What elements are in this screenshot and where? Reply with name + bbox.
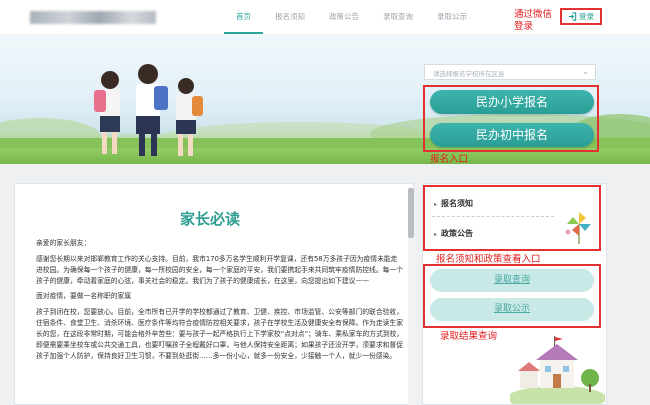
district-select[interactable]: 请选择报名学校所在区县 ⌄ (424, 64, 596, 80)
annotation-result: 录取结果查询 (440, 331, 498, 342)
annotation-box-links (423, 185, 601, 251)
login-button[interactable]: 登录 (560, 8, 602, 25)
school-building-illustration (510, 336, 605, 404)
notice-body: 亲爱的家长朋友： 感谢您长期以来对邯郸教育工作的关心支持。目前，我市170多万名… (36, 238, 404, 366)
notice-paragraph: 感谢您长期以来对邯郸教育工作的关心支持。目前，我市170多万名学生顺利开学复课，… (36, 254, 404, 285)
notice-scrollbar[interactable] (408, 188, 414, 238)
annotation-entry: 报名入口 (430, 154, 469, 165)
district-select-placeholder: 请选择报名学校所在区县 (433, 70, 505, 78)
students-illustration (94, 64, 203, 156)
notice-title: 家长必读 (179, 210, 240, 228)
annotation-wechat-login: 通过微信 登录 (514, 9, 553, 32)
annotation-box-results (423, 264, 601, 328)
login-label: 登录 (579, 12, 594, 21)
notice-paragraph: 孩子到闭在校，您要放心。目前，全市所有已开学的学校都通过了教育、卫健、疾控、市场… (36, 307, 404, 360)
nav-enroll-notice[interactable]: 报名须知 (263, 0, 317, 34)
notice-paragraph: 面对疫情，要做一名称职的家属 (36, 292, 132, 300)
nav-home[interactable]: 首页 (224, 0, 263, 34)
top-header: 首页 报名须知 政策公告 录取查询 录取公示 通过微信 登录 登录 (0, 0, 650, 34)
site-logo (30, 11, 156, 24)
page: 首页 报名须知 政策公告 录取查询 录取公示 通过微信 登录 登录 请选择报名学… (0, 0, 650, 405)
nav-admission-query[interactable]: 录取查询 (371, 0, 425, 34)
nav-admission-publicity[interactable]: 录取公示 (425, 0, 479, 34)
chevron-down-icon: ⌄ (582, 67, 589, 76)
main-nav: 首页 报名须知 政策公告 录取查询 录取公示 (224, 0, 479, 34)
nav-policy[interactable]: 政策公告 (317, 0, 371, 34)
annotation-box-enroll (423, 85, 599, 152)
login-icon (568, 12, 577, 21)
parent-notice-panel: 家长必读 亲爱的家长朋友： 感谢您长期以来对邯郸教育工作的关心支持。目前，我市1… (14, 183, 414, 405)
notice-paragraph: 亲爱的家长朋友： (36, 239, 91, 247)
